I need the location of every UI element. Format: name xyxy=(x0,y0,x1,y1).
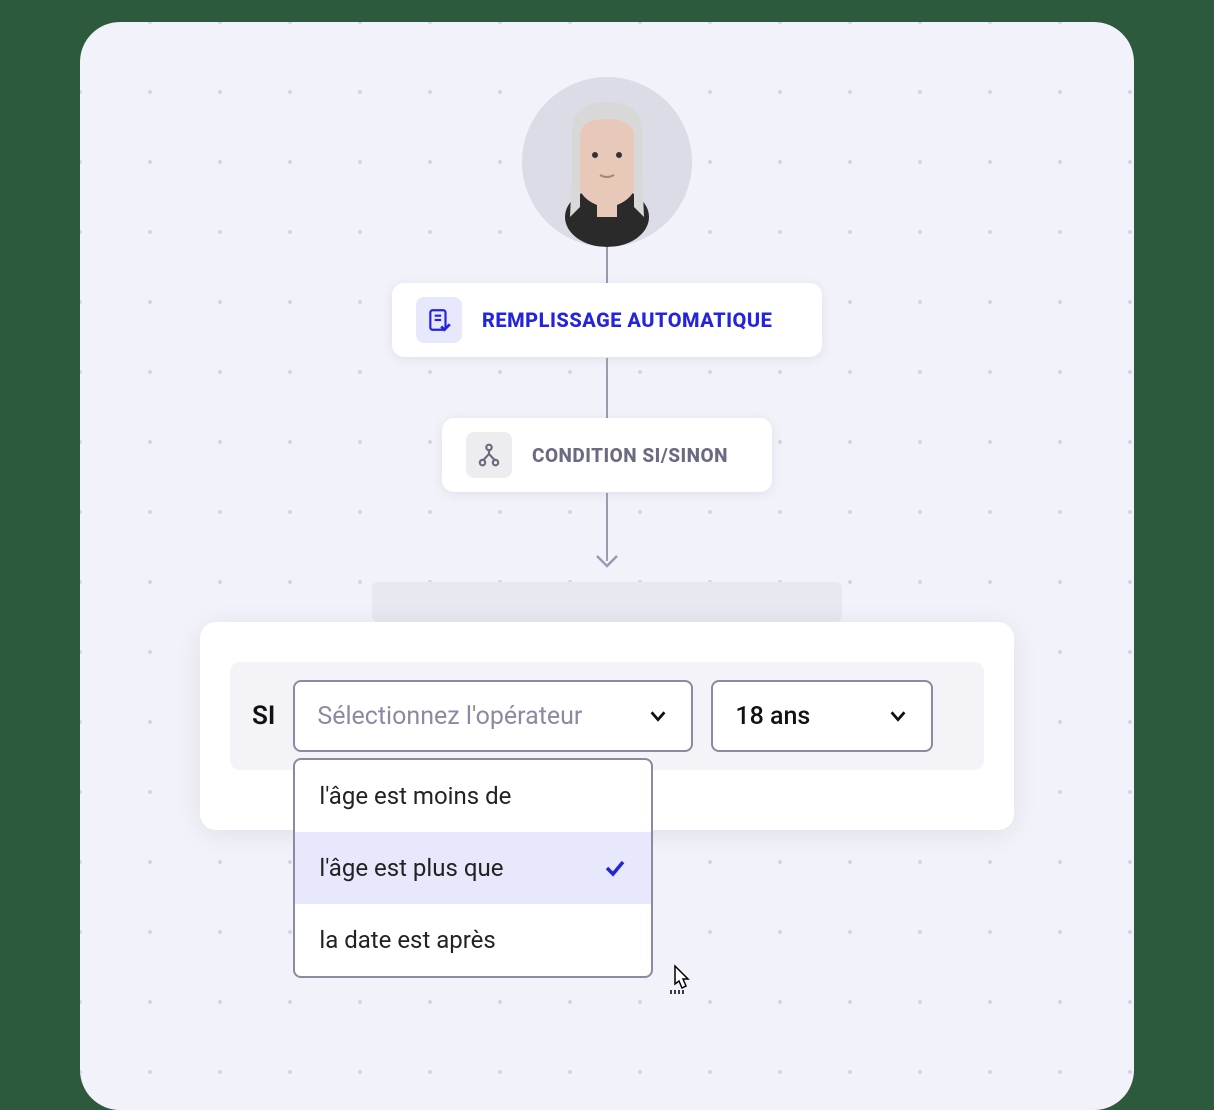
operator-menu: l'âge est moins de l'âge est plus que la… xyxy=(293,758,653,978)
operator-option[interactable]: la date est après xyxy=(295,904,651,976)
connector-line xyxy=(606,358,608,418)
operator-option-label: l'âge est moins de xyxy=(319,782,511,810)
check-icon xyxy=(603,856,627,880)
operator-dropdown[interactable]: Sélectionnez l'opérateur l'âge est moins… xyxy=(293,680,693,752)
autofill-icon-box xyxy=(416,297,462,343)
condition-node[interactable]: CONDITION SI/SINON xyxy=(442,418,772,492)
operator-option[interactable]: l'âge est moins de xyxy=(295,760,651,832)
connector-line xyxy=(606,493,608,561)
if-label: SI xyxy=(252,701,275,731)
autofill-label: REMPLISSAGE AUTOMATIQUE xyxy=(482,308,772,332)
connector-line xyxy=(606,247,608,283)
avatar xyxy=(522,77,692,247)
branch-icon xyxy=(476,442,502,468)
workflow-canvas: REMPLISSAGE AUTOMATIQUE CONDITION SI/SIN… xyxy=(80,22,1134,1110)
drop-target xyxy=(372,582,842,622)
condition-row: SI Sélectionnez l'opérateur l'âge est mo… xyxy=(230,662,984,770)
arrow-down-icon xyxy=(595,554,619,570)
autofill-node[interactable]: REMPLISSAGE AUTOMATIQUE xyxy=(392,283,822,357)
form-check-icon xyxy=(426,307,452,333)
condition-label: CONDITION SI/SINON xyxy=(532,444,728,467)
cursor-pointer-icon xyxy=(665,962,697,998)
value-selected: 18 ans xyxy=(735,702,887,731)
operator-option[interactable]: l'âge est plus que xyxy=(295,832,651,904)
chevron-down-icon xyxy=(647,705,669,727)
operator-option-label: la date est après xyxy=(319,926,495,954)
value-dropdown[interactable]: 18 ans xyxy=(711,680,933,752)
chevron-down-icon xyxy=(887,705,909,727)
operator-placeholder: Sélectionnez l'opérateur xyxy=(317,702,647,731)
condition-config-panel: SI Sélectionnez l'opérateur l'âge est mo… xyxy=(200,622,1014,830)
condition-icon-box xyxy=(466,432,512,478)
avatar-icon xyxy=(522,77,692,247)
operator-option-label: l'âge est plus que xyxy=(319,854,503,882)
